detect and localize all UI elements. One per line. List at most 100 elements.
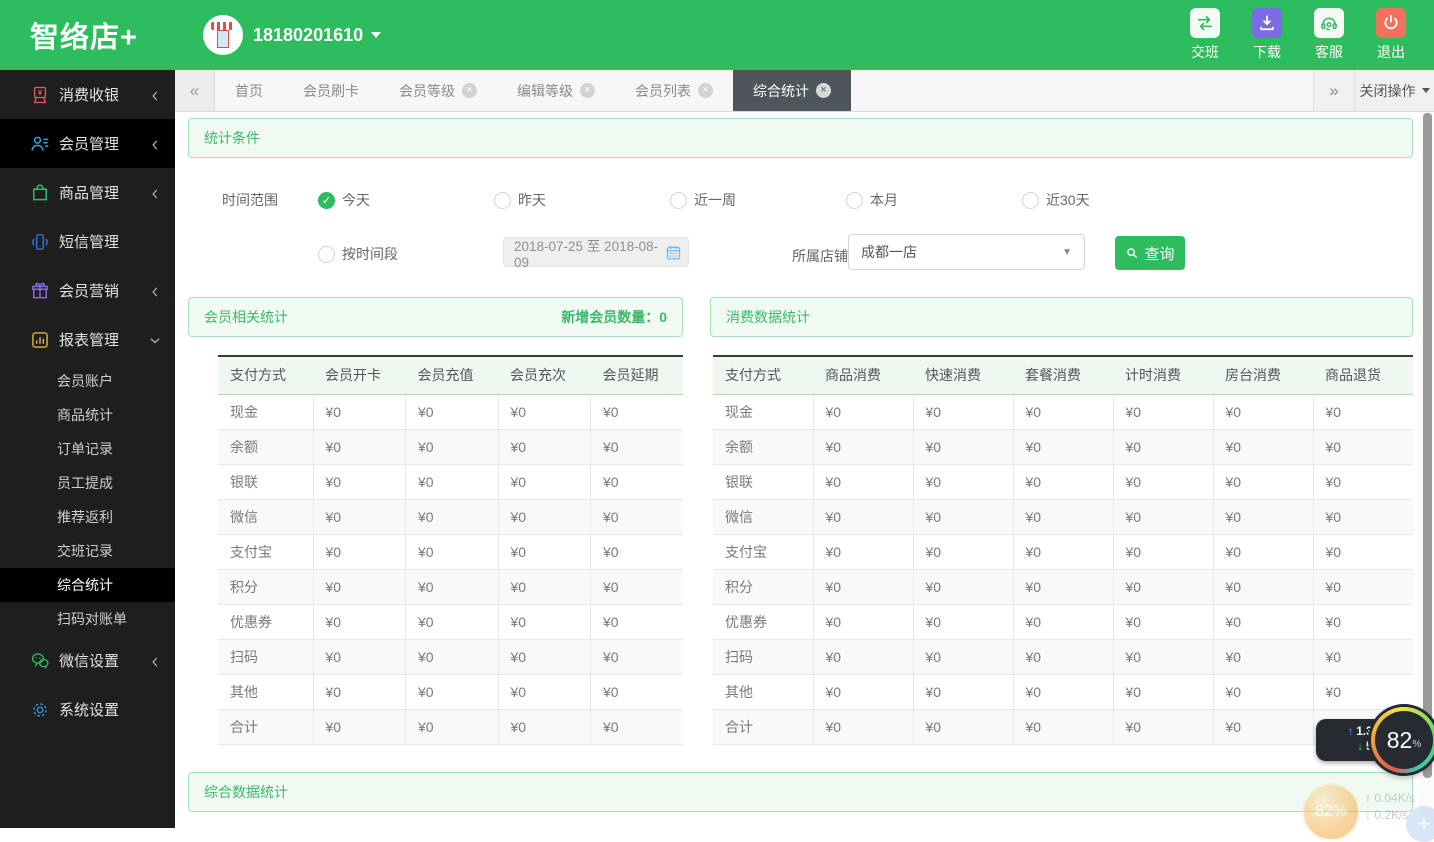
scrollbar-thumb[interactable]: [1423, 113, 1432, 778]
radio-icon: [670, 192, 687, 209]
add-widget-button[interactable]: +: [1406, 806, 1434, 842]
tab-comprehensive-stats[interactable]: 综合统计×: [733, 70, 851, 111]
tabs-scroll-left-button[interactable]: «: [175, 70, 215, 111]
amount-cell: ¥0: [591, 674, 684, 709]
user-menu[interactable]: 18180201610: [203, 15, 381, 55]
table-row: 扫码¥0¥0¥0¥0: [218, 639, 683, 674]
app-logo: 智络店+: [0, 14, 175, 56]
submenu-item-comprehensive-stats[interactable]: 综合统计: [0, 568, 175, 602]
storefront-icon: [211, 22, 235, 30]
memory-usage-ring[interactable]: 82 %: [1371, 707, 1434, 773]
amount-cell: ¥0: [1113, 569, 1213, 604]
amount-cell: ¥0: [1313, 394, 1413, 429]
close-tab-icon[interactable]: ×: [698, 83, 713, 98]
column-header: 套餐消费: [1013, 356, 1113, 394]
store-select-value: 成都一店: [861, 242, 917, 262]
search-button[interactable]: 查询: [1115, 236, 1185, 270]
amount-cell: ¥0: [813, 674, 913, 709]
store-select[interactable]: 成都一店 ▼: [848, 234, 1085, 270]
column-header: 商品退货: [1313, 356, 1413, 394]
submenu-item-shift-records[interactable]: 交班记录: [0, 534, 175, 568]
sidebar-item-wechat-settings[interactable]: 微信设置: [0, 636, 175, 685]
time-option-今天[interactable]: 今天: [318, 190, 494, 210]
headset-icon: [1314, 8, 1344, 38]
table-row: 支付宝¥0¥0¥0¥0¥0¥0: [713, 534, 1413, 569]
submenu-item-member-account[interactable]: 会员账户: [0, 364, 175, 398]
sidebar-item-sms[interactable]: 短信管理: [0, 217, 175, 266]
amount-cell: ¥0: [1213, 394, 1313, 429]
tab-member-list[interactable]: 会员列表×: [615, 70, 733, 111]
amount-cell: ¥0: [406, 464, 499, 499]
amount-cell: ¥0: [813, 639, 913, 674]
amount-cell: ¥0: [1013, 429, 1113, 464]
logout-button[interactable]: 退出: [1376, 8, 1406, 62]
amount-cell: ¥0: [498, 569, 591, 604]
amount-cell: ¥0: [591, 464, 684, 499]
download-arrow-icon: ↓: [1357, 740, 1363, 755]
payment-method-cell: 优惠券: [218, 604, 313, 639]
table-row: 优惠券¥0¥0¥0¥0¥0¥0: [713, 604, 1413, 639]
amount-cell: ¥0: [813, 569, 913, 604]
chevron-left-icon: [149, 285, 161, 297]
radio-label: 本月: [870, 190, 898, 210]
amount-cell: ¥0: [1013, 499, 1113, 534]
tab-member-swipe[interactable]: 会员刷卡: [283, 70, 379, 111]
amount-cell: ¥0: [591, 639, 684, 674]
tab-home[interactable]: 首页: [215, 70, 283, 111]
close-tab-icon[interactable]: ×: [580, 83, 595, 98]
tab-member-level[interactable]: 会员等级×: [379, 70, 497, 111]
table-row: 其他¥0¥0¥0¥0: [218, 674, 683, 709]
table-row: 其他¥0¥0¥0¥0¥0¥0: [713, 674, 1413, 709]
tab-label: 会员刷卡: [303, 81, 359, 101]
close-tab-icon[interactable]: ×: [816, 83, 831, 98]
accelerator-ball[interactable]: 82%: [1302, 783, 1360, 841]
submenu-item-staff-commission[interactable]: 员工提成: [0, 466, 175, 500]
tabs-scroll-right-button[interactable]: »: [1313, 70, 1354, 111]
filters-panel-header: 统计条件: [188, 118, 1413, 158]
amount-cell: ¥0: [1113, 429, 1213, 464]
sidebar-item-goods[interactable]: 商品管理: [0, 168, 175, 217]
sidebar-item-members[interactable]: 会员管理: [0, 119, 175, 168]
amount-cell: ¥0: [1113, 534, 1213, 569]
amount-cell: ¥0: [498, 464, 591, 499]
time-option-本月[interactable]: 本月: [846, 190, 1022, 210]
amount-cell: ¥0: [498, 709, 591, 744]
bag-icon: [30, 183, 50, 203]
shift-change-button[interactable]: 交班: [1190, 8, 1220, 62]
upload-speed-value: 1.3: [1356, 725, 1372, 740]
date-range-input[interactable]: 2018-07-25 至 2018-08-09: [503, 237, 689, 267]
sidebar-item-label: 短信管理: [59, 231, 119, 252]
amount-cell: ¥0: [406, 394, 499, 429]
download-button[interactable]: 下载: [1252, 8, 1282, 62]
consume-stats-table: 支付方式商品消费快速消费套餐消费计时消费房台消费商品退货现金¥0¥0¥0¥0¥0…: [713, 355, 1413, 745]
submenu-item-referral-rebate[interactable]: 推荐返利: [0, 500, 175, 534]
amount-cell: ¥0: [813, 604, 913, 639]
time-option-昨天[interactable]: 昨天: [494, 190, 670, 210]
sidebar-item-marketing[interactable]: 会员营销: [0, 266, 175, 315]
time-option-按时间段[interactable]: 按时间段: [318, 244, 398, 264]
close-operations-button[interactable]: 关闭操作: [1354, 70, 1434, 111]
time-option-近30天[interactable]: 近30天: [1022, 190, 1198, 210]
amount-cell: ¥0: [813, 394, 913, 429]
sidebar-item-reports[interactable]: 报表管理: [0, 315, 175, 364]
support-button[interactable]: 客服: [1314, 8, 1344, 62]
member-stats-title: 会员相关统计: [204, 298, 288, 336]
radio-label: 按时间段: [342, 244, 398, 264]
tab-edit-level[interactable]: 编辑等级×: [497, 70, 615, 111]
chevron-down-icon: [1422, 88, 1430, 93]
close-tab-icon[interactable]: ×: [462, 83, 477, 98]
time-option-近一周[interactable]: 近一周: [670, 190, 846, 210]
submenu-item-goods-stats[interactable]: 商品统计: [0, 398, 175, 432]
submenu-item-order-records[interactable]: 订单记录: [0, 432, 175, 466]
payment-method-cell: 现金: [713, 394, 813, 429]
sidebar-item-cashier[interactable]: ¥消费收银: [0, 70, 175, 119]
payment-method-cell: 其他: [218, 674, 313, 709]
amount-cell: ¥0: [498, 534, 591, 569]
amount-cell: ¥0: [591, 394, 684, 429]
submenu-item-scan-statement[interactable]: 扫码对账单: [0, 602, 175, 636]
chevron-left-icon: [149, 655, 161, 667]
amount-cell: ¥0: [313, 429, 406, 464]
amount-cell: ¥0: [913, 674, 1013, 709]
sidebar-item-label: 消费收银: [59, 84, 119, 105]
sidebar-item-system-settings[interactable]: 系统设置: [0, 685, 175, 734]
